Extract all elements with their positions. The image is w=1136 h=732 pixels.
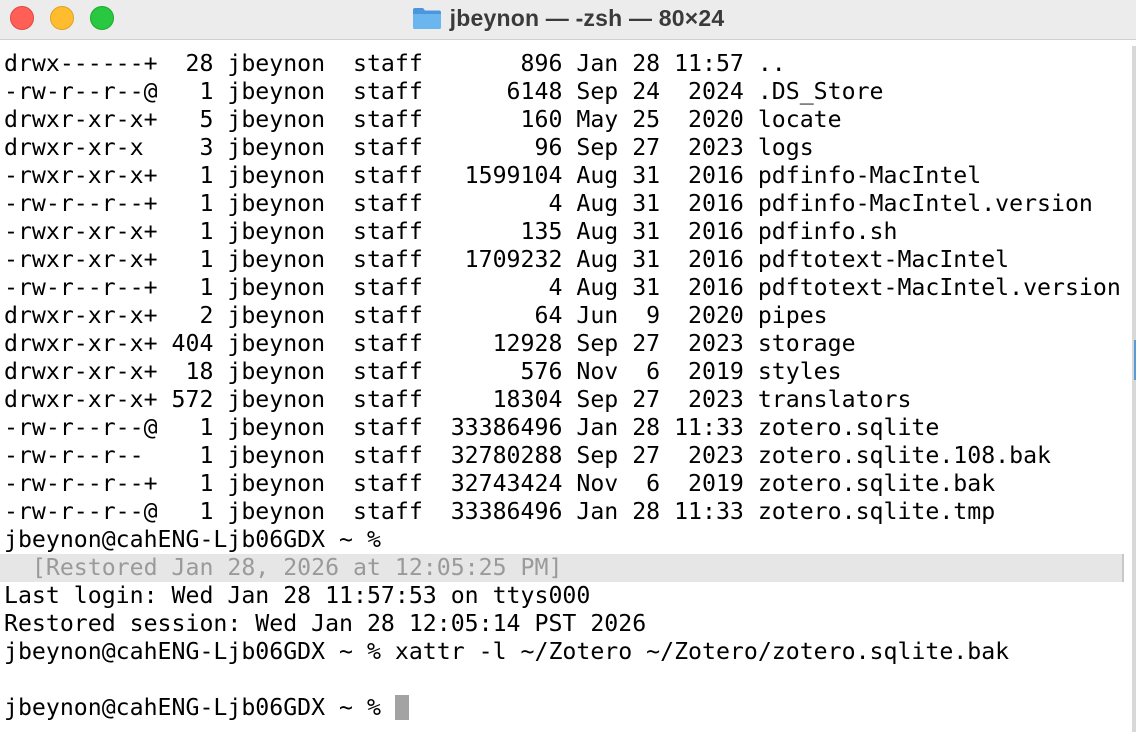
- terminal-window: jbeynon — -zsh — 80×24 drwx------+ 28 jb…: [0, 0, 1136, 732]
- terminal-line: drwxr-xr-x+ 2 jbeynon staff 64 Jun 9 202…: [4, 302, 828, 329]
- terminal-line: drwxr-xr-x+ 5 jbeynon staff 160 May 25 2…: [4, 106, 842, 133]
- shell-prompt: jbeynon@cahENG-Ljb06GDX ~ %: [4, 694, 395, 721]
- terminal-line: jbeynon@cahENG-Ljb06GDX ~ % xattr -l ~/Z…: [4, 638, 1010, 665]
- terminal-line: -rw-r--r--@ 1 jbeynon staff 6148 Sep 24 …: [4, 78, 884, 105]
- terminal-line: -rw-r--r--+ 1 jbeynon staff 4 Aug 31 201…: [4, 190, 1093, 217]
- current-prompt-line[interactable]: jbeynon@cahENG-Ljb06GDX ~ %: [0, 694, 1130, 722]
- terminal-line: -rw-r--r--+ 1 jbeynon staff 32743424 Nov…: [4, 470, 996, 497]
- terminal-line: -rw-r--r--@ 1 jbeynon staff 33386496 Jan…: [4, 414, 940, 441]
- terminal-line: drwxr-xr-x+ 572 jbeynon staff 18304 Sep …: [4, 386, 912, 413]
- terminal-line: drwxr-xr-x+ 404 jbeynon staff 12928 Sep …: [4, 330, 856, 357]
- text-cursor: [394, 694, 409, 720]
- terminal-line: -rwxr-xr-x+ 1 jbeynon staff 1709232 Aug …: [4, 246, 1010, 273]
- terminal-line: Restored session: Wed Jan 28 12:05:14 PS…: [4, 610, 647, 637]
- title-bar[interactable]: jbeynon — -zsh — 80×24: [0, 0, 1136, 40]
- restored-session-banner: [Restored Jan 28, 2026 at 12:05:25 PM]: [0, 554, 1124, 582]
- terminal-line: -rw-r--r-- 1 jbeynon staff 32780288 Sep …: [4, 442, 1052, 469]
- terminal-line: -rwxr-xr-x+ 1 jbeynon staff 1599104 Aug …: [4, 162, 982, 189]
- window-title-group: jbeynon — -zsh — 80×24: [0, 0, 1136, 36]
- folder-icon: [412, 8, 441, 29]
- scroll-edge: [1132, 46, 1136, 732]
- terminal-line: drwxr-xr-x+ 18 jbeynon staff 576 Nov 6 2…: [4, 358, 842, 385]
- terminal-line: drwx------+ 28 jbeynon staff 896 Jan 28 …: [4, 50, 786, 77]
- terminal-line: jbeynon@cahENG-Ljb06GDX ~ %: [4, 526, 381, 553]
- window-title: jbeynon — -zsh — 80×24: [449, 4, 725, 31]
- terminal-output[interactable]: drwx------+ 28 jbeynon staff 896 Jan 28 …: [0, 50, 1130, 732]
- terminal-line: -rw-r--r--+ 1 jbeynon staff 4 Aug 31 201…: [4, 274, 1121, 301]
- terminal-line: Last login: Wed Jan 28 11:57:53 on ttys0…: [4, 582, 591, 609]
- terminal-line: -rwxr-xr-x+ 1 jbeynon staff 135 Aug 31 2…: [4, 218, 898, 245]
- terminal-line: drwxr-xr-x 3 jbeynon staff 96 Sep 27 202…: [4, 134, 814, 161]
- terminal-line: -rw-r--r--@ 1 jbeynon staff 33386496 Jan…: [4, 498, 996, 525]
